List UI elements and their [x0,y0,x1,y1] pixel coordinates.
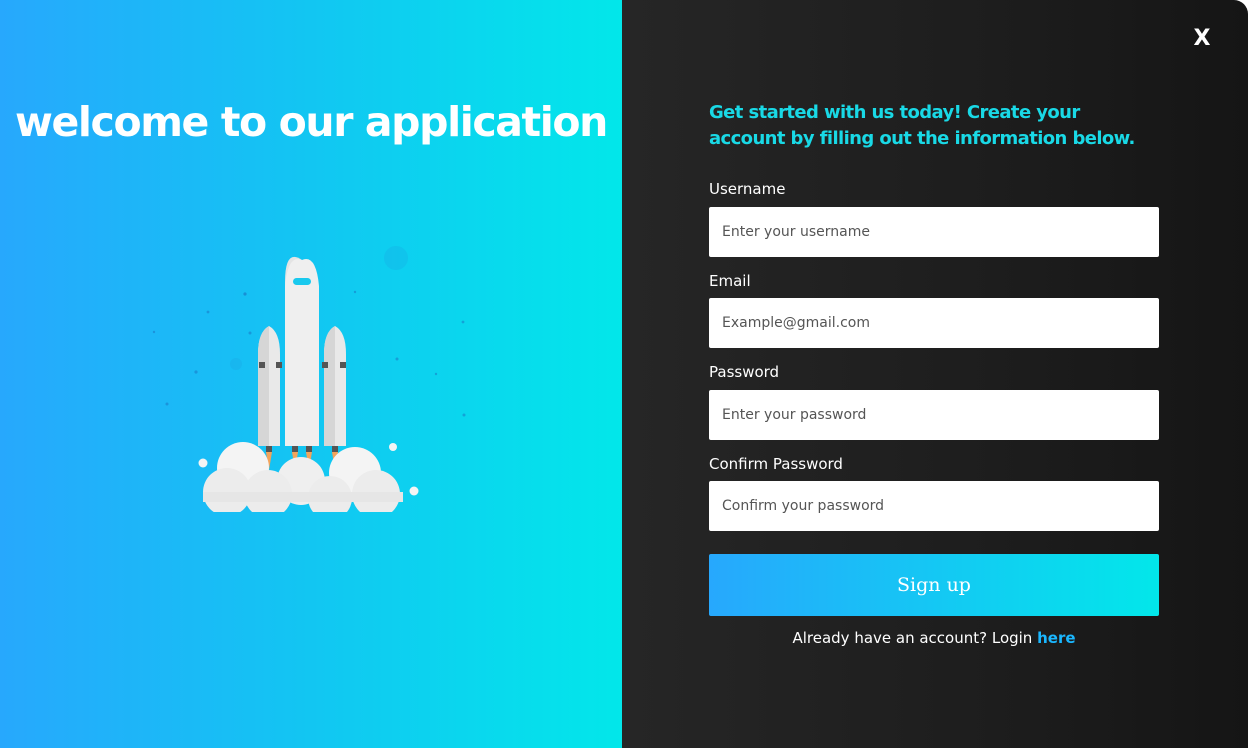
form-intro: Get started with us today! Create your a… [709,102,1135,149]
connector [276,362,282,368]
password-input[interactable] [709,390,1159,440]
welcome-title: welcome to our application [15,98,608,146]
login-prompt: Already have an account? Login here [709,629,1159,647]
bg-dot [462,413,466,417]
username-label: Username [709,180,786,198]
confirm-password-label: Confirm Password [709,455,843,473]
bg-dot [461,320,465,324]
welcome-panel: welcome to our application [0,0,622,748]
smoke-base [203,492,403,502]
email-input[interactable] [709,298,1159,348]
nozzle [306,446,312,452]
username-input[interactable] [709,207,1159,257]
email-label: Email [709,272,751,290]
nozzle [266,446,272,452]
bg-dot [230,358,242,370]
rocket-body [285,259,319,446]
close-button[interactable]: X [1186,22,1218,54]
left-booster-shade [258,326,269,446]
smoke-puff [409,486,419,496]
smoke-puff [198,458,208,468]
connector [322,362,328,368]
bg-dot [395,357,399,361]
password-label: Password [709,363,780,381]
nozzle [332,446,338,452]
bg-dot [434,372,438,376]
nozzle [292,446,298,452]
connector [340,362,346,368]
bg-dot [248,331,252,335]
bg-dot [165,402,169,406]
signup-button[interactable]: Sign up [709,554,1159,616]
bg-dot [194,370,198,374]
bg-dot [206,310,210,314]
bg-dot [152,330,156,334]
confirm-password-input[interactable] [709,481,1159,531]
login-link[interactable]: here [1037,629,1075,647]
smoke-puff [389,443,397,451]
bg-dot [243,292,247,296]
right-booster-shade [324,326,335,446]
bg-dot [384,246,408,270]
rocket-illustration [152,246,466,512]
bg-dot [353,290,357,294]
connector [259,362,265,368]
rocket-window [293,278,311,285]
login-prompt-text: Already have an account? Login [792,629,1038,647]
